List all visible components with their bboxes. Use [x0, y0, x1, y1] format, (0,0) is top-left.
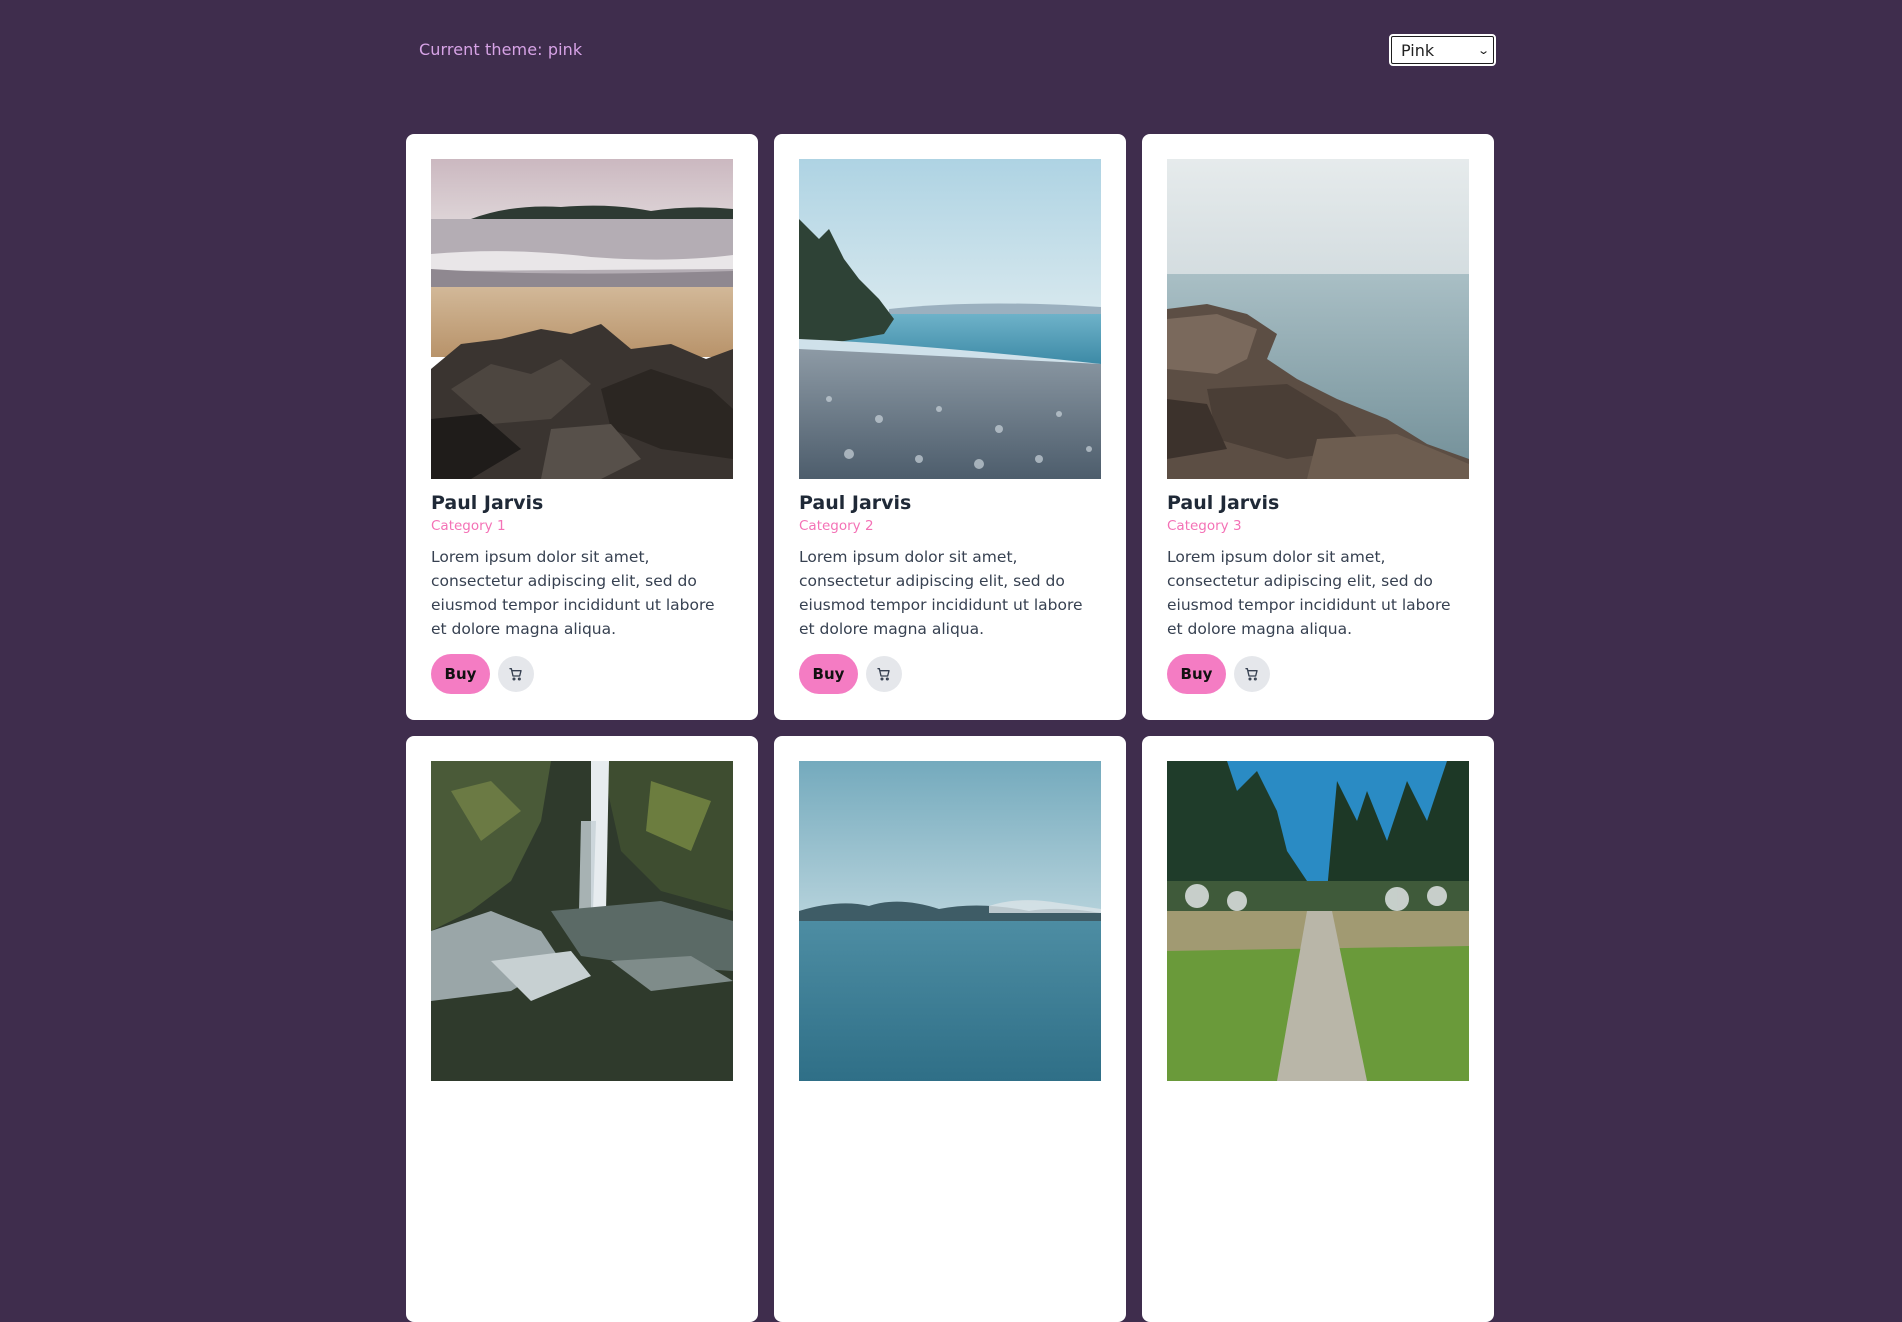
cart-icon [509, 668, 522, 681]
product-grid: Paul Jarvis Category 1 Lorem ipsum dolor… [406, 134, 1496, 1322]
buy-button[interactable]: Buy [799, 654, 858, 694]
sea-horizon-photo [799, 761, 1101, 1081]
product-card: Paul Jarvis Category 3 Lorem ipsum dolor… [1142, 134, 1494, 720]
theme-select-value: Pink [1401, 40, 1435, 60]
buy-button[interactable]: Buy [1167, 654, 1226, 694]
card-description: Lorem ipsum dolor sit amet, consectetur … [799, 548, 1083, 638]
card-description: Lorem ipsum dolor sit amet, consectetur … [431, 548, 715, 638]
card-actions: Buy [1167, 654, 1270, 694]
card-category: Category 3 [1167, 518, 1242, 534]
card-category: Category 2 [799, 518, 874, 534]
card-actions: Buy [799, 654, 902, 694]
card-actions: Buy [431, 654, 534, 694]
chevron-down-icon: ⌄ [1476, 43, 1490, 57]
card-author: Paul Jarvis [1167, 492, 1280, 514]
product-card: Paul Jarvis Category 2 Lorem ipsum dolor… [774, 134, 1126, 720]
product-card [406, 736, 758, 1322]
pebble-beach-photo [799, 159, 1101, 479]
product-card: Paul Jarvis Category 1 Lorem ipsum dolor… [406, 134, 758, 720]
add-to-cart-button[interactable] [866, 656, 902, 692]
forest-path-photo [1167, 761, 1469, 1081]
waterfall-photo [431, 761, 733, 1081]
rocky-shore-photo [1167, 159, 1469, 479]
page-container: Current theme: pink Pink ⌄ Paul Jarvis C… [406, 0, 1496, 1322]
card-category: Category 1 [431, 518, 506, 534]
beach-with-rocks-photo [431, 159, 733, 479]
add-to-cart-button[interactable] [1234, 656, 1270, 692]
product-card [1142, 736, 1494, 1322]
current-theme-label: Current theme: pink [419, 40, 583, 59]
add-to-cart-button[interactable] [498, 656, 534, 692]
card-description: Lorem ipsum dolor sit amet, consectetur … [1167, 548, 1451, 638]
buy-button[interactable]: Buy [431, 654, 490, 694]
product-card [774, 736, 1126, 1322]
cart-icon [1245, 668, 1258, 681]
theme-select[interactable]: Pink ⌄ [1389, 34, 1496, 66]
top-bar: Current theme: pink Pink ⌄ [406, 0, 1496, 101]
cart-icon [877, 668, 890, 681]
card-author: Paul Jarvis [799, 492, 912, 514]
card-author: Paul Jarvis [431, 492, 544, 514]
